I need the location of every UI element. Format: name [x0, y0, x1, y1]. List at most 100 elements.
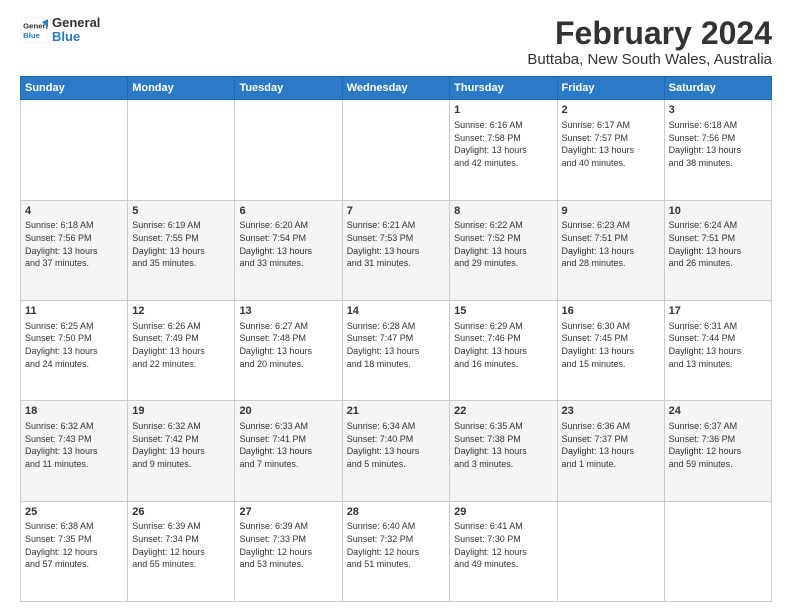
- calendar-header-row: SundayMondayTuesdayWednesdayThursdayFrid…: [21, 77, 772, 100]
- calendar-cell: 7Sunrise: 6:21 AMSunset: 7:53 PMDaylight…: [342, 200, 449, 300]
- day-number: 16: [562, 304, 660, 319]
- day-info: Sunrise: 6:38 AMSunset: 7:35 PMDaylight:…: [25, 520, 123, 570]
- calendar-cell: [664, 501, 771, 601]
- calendar-cell: [128, 100, 235, 200]
- col-header-saturday: Saturday: [664, 77, 771, 100]
- calendar-week-row: 1Sunrise: 6:16 AMSunset: 7:58 PMDaylight…: [21, 100, 772, 200]
- day-info: Sunrise: 6:27 AMSunset: 7:48 PMDaylight:…: [239, 320, 337, 370]
- day-info: Sunrise: 6:17 AMSunset: 7:57 PMDaylight:…: [562, 119, 660, 169]
- day-info: Sunrise: 6:37 AMSunset: 7:36 PMDaylight:…: [669, 420, 767, 470]
- calendar-cell: 27Sunrise: 6:39 AMSunset: 7:33 PMDayligh…: [235, 501, 342, 601]
- day-number: 13: [239, 304, 337, 319]
- calendar-cell: 22Sunrise: 6:35 AMSunset: 7:38 PMDayligh…: [450, 401, 557, 501]
- calendar-cell: 21Sunrise: 6:34 AMSunset: 7:40 PMDayligh…: [342, 401, 449, 501]
- header: General Blue General Blue February 2024 …: [20, 16, 772, 68]
- day-number: 26: [132, 505, 230, 520]
- day-info: Sunrise: 6:20 AMSunset: 7:54 PMDaylight:…: [239, 219, 337, 269]
- calendar-cell: 24Sunrise: 6:37 AMSunset: 7:36 PMDayligh…: [664, 401, 771, 501]
- calendar-cell: 10Sunrise: 6:24 AMSunset: 7:51 PMDayligh…: [664, 200, 771, 300]
- col-header-friday: Friday: [557, 77, 664, 100]
- day-number: 1: [454, 103, 552, 118]
- calendar-cell: 18Sunrise: 6:32 AMSunset: 7:43 PMDayligh…: [21, 401, 128, 501]
- day-info: Sunrise: 6:22 AMSunset: 7:52 PMDaylight:…: [454, 219, 552, 269]
- calendar-cell: 12Sunrise: 6:26 AMSunset: 7:49 PMDayligh…: [128, 300, 235, 400]
- logo-text-general: General: [52, 16, 100, 30]
- calendar-cell: 13Sunrise: 6:27 AMSunset: 7:48 PMDayligh…: [235, 300, 342, 400]
- day-number: 10: [669, 204, 767, 219]
- day-number: 25: [25, 505, 123, 520]
- calendar-week-row: 11Sunrise: 6:25 AMSunset: 7:50 PMDayligh…: [21, 300, 772, 400]
- day-number: 19: [132, 404, 230, 419]
- day-info: Sunrise: 6:18 AMSunset: 7:56 PMDaylight:…: [25, 219, 123, 269]
- day-info: Sunrise: 6:24 AMSunset: 7:51 PMDaylight:…: [669, 219, 767, 269]
- calendar-table: SundayMondayTuesdayWednesdayThursdayFrid…: [20, 76, 772, 602]
- calendar-cell: 3Sunrise: 6:18 AMSunset: 7:56 PMDaylight…: [664, 100, 771, 200]
- calendar-cell: 11Sunrise: 6:25 AMSunset: 7:50 PMDayligh…: [21, 300, 128, 400]
- col-header-monday: Monday: [128, 77, 235, 100]
- day-info: Sunrise: 6:29 AMSunset: 7:46 PMDaylight:…: [454, 320, 552, 370]
- day-info: Sunrise: 6:39 AMSunset: 7:33 PMDaylight:…: [239, 520, 337, 570]
- calendar-subtitle: Buttaba, New South Wales, Australia: [527, 51, 772, 68]
- calendar-cell: 23Sunrise: 6:36 AMSunset: 7:37 PMDayligh…: [557, 401, 664, 501]
- day-info: Sunrise: 6:33 AMSunset: 7:41 PMDaylight:…: [239, 420, 337, 470]
- logo-text-blue: Blue: [52, 30, 100, 44]
- day-info: Sunrise: 6:18 AMSunset: 7:56 PMDaylight:…: [669, 119, 767, 169]
- day-number: 15: [454, 304, 552, 319]
- day-info: Sunrise: 6:35 AMSunset: 7:38 PMDaylight:…: [454, 420, 552, 470]
- calendar-cell: 26Sunrise: 6:39 AMSunset: 7:34 PMDayligh…: [128, 501, 235, 601]
- title-section: February 2024 Buttaba, New South Wales, …: [527, 16, 772, 68]
- calendar-cell: 17Sunrise: 6:31 AMSunset: 7:44 PMDayligh…: [664, 300, 771, 400]
- day-info: Sunrise: 6:36 AMSunset: 7:37 PMDaylight:…: [562, 420, 660, 470]
- logo-icon: General Blue: [20, 16, 48, 44]
- day-number: 14: [347, 304, 445, 319]
- day-info: Sunrise: 6:39 AMSunset: 7:34 PMDaylight:…: [132, 520, 230, 570]
- col-header-sunday: Sunday: [21, 77, 128, 100]
- calendar-cell: 4Sunrise: 6:18 AMSunset: 7:56 PMDaylight…: [21, 200, 128, 300]
- day-info: Sunrise: 6:21 AMSunset: 7:53 PMDaylight:…: [347, 219, 445, 269]
- calendar-title: February 2024: [527, 16, 772, 51]
- calendar-cell: [235, 100, 342, 200]
- day-info: Sunrise: 6:23 AMSunset: 7:51 PMDaylight:…: [562, 219, 660, 269]
- day-info: Sunrise: 6:26 AMSunset: 7:49 PMDaylight:…: [132, 320, 230, 370]
- calendar-cell: [557, 501, 664, 601]
- calendar-cell: 25Sunrise: 6:38 AMSunset: 7:35 PMDayligh…: [21, 501, 128, 601]
- day-number: 21: [347, 404, 445, 419]
- day-number: 18: [25, 404, 123, 419]
- day-info: Sunrise: 6:16 AMSunset: 7:58 PMDaylight:…: [454, 119, 552, 169]
- day-info: Sunrise: 6:30 AMSunset: 7:45 PMDaylight:…: [562, 320, 660, 370]
- day-info: Sunrise: 6:19 AMSunset: 7:55 PMDaylight:…: [132, 219, 230, 269]
- day-number: 6: [239, 204, 337, 219]
- calendar-cell: [342, 100, 449, 200]
- calendar-cell: 5Sunrise: 6:19 AMSunset: 7:55 PMDaylight…: [128, 200, 235, 300]
- calendar-cell: 29Sunrise: 6:41 AMSunset: 7:30 PMDayligh…: [450, 501, 557, 601]
- day-info: Sunrise: 6:25 AMSunset: 7:50 PMDaylight:…: [25, 320, 123, 370]
- day-number: 3: [669, 103, 767, 118]
- calendar-week-row: 4Sunrise: 6:18 AMSunset: 7:56 PMDaylight…: [21, 200, 772, 300]
- day-info: Sunrise: 6:32 AMSunset: 7:42 PMDaylight:…: [132, 420, 230, 470]
- col-header-wednesday: Wednesday: [342, 77, 449, 100]
- calendar-cell: 6Sunrise: 6:20 AMSunset: 7:54 PMDaylight…: [235, 200, 342, 300]
- logo: General Blue General Blue: [20, 16, 100, 45]
- day-number: 4: [25, 204, 123, 219]
- day-info: Sunrise: 6:28 AMSunset: 7:47 PMDaylight:…: [347, 320, 445, 370]
- calendar-cell: 8Sunrise: 6:22 AMSunset: 7:52 PMDaylight…: [450, 200, 557, 300]
- day-info: Sunrise: 6:31 AMSunset: 7:44 PMDaylight:…: [669, 320, 767, 370]
- col-header-tuesday: Tuesday: [235, 77, 342, 100]
- calendar-week-row: 25Sunrise: 6:38 AMSunset: 7:35 PMDayligh…: [21, 501, 772, 601]
- day-number: 5: [132, 204, 230, 219]
- day-info: Sunrise: 6:40 AMSunset: 7:32 PMDaylight:…: [347, 520, 445, 570]
- page: General Blue General Blue February 2024 …: [0, 0, 792, 612]
- calendar-cell: 15Sunrise: 6:29 AMSunset: 7:46 PMDayligh…: [450, 300, 557, 400]
- col-header-thursday: Thursday: [450, 77, 557, 100]
- day-number: 20: [239, 404, 337, 419]
- day-number: 23: [562, 404, 660, 419]
- calendar-cell: [21, 100, 128, 200]
- day-number: 29: [454, 505, 552, 520]
- calendar-cell: 19Sunrise: 6:32 AMSunset: 7:42 PMDayligh…: [128, 401, 235, 501]
- calendar-cell: 2Sunrise: 6:17 AMSunset: 7:57 PMDaylight…: [557, 100, 664, 200]
- day-number: 2: [562, 103, 660, 118]
- calendar-cell: 16Sunrise: 6:30 AMSunset: 7:45 PMDayligh…: [557, 300, 664, 400]
- calendar-week-row: 18Sunrise: 6:32 AMSunset: 7:43 PMDayligh…: [21, 401, 772, 501]
- svg-text:Blue: Blue: [23, 31, 41, 40]
- calendar-cell: 9Sunrise: 6:23 AMSunset: 7:51 PMDaylight…: [557, 200, 664, 300]
